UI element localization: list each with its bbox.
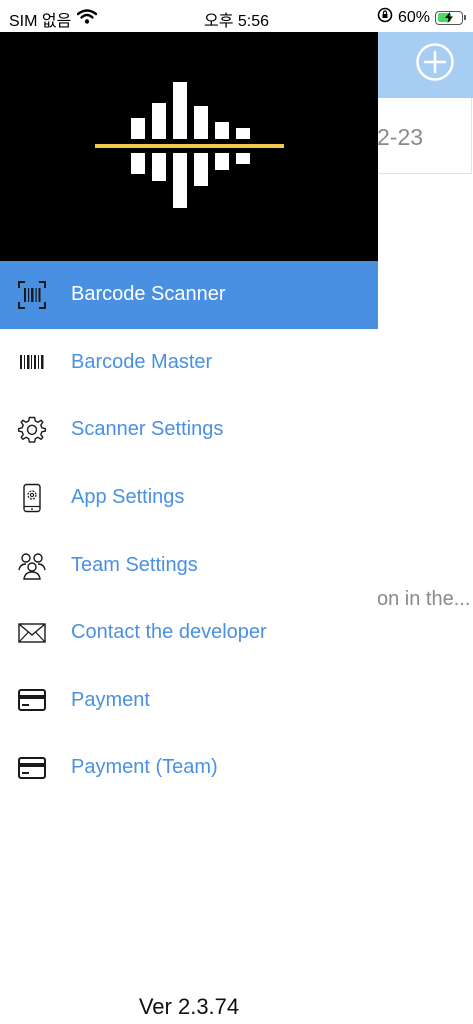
menu-label: Team Settings — [71, 553, 198, 576]
menu-item-payment[interactable]: Payment — [0, 667, 378, 735]
menu-item-barcode-master[interactable]: Barcode Master — [0, 329, 378, 397]
envelope-icon — [17, 618, 47, 648]
team-icon — [17, 550, 47, 580]
menu-item-scanner-settings[interactable]: Scanner Settings — [0, 396, 378, 464]
plus-circle-icon — [416, 43, 454, 81]
menu-label: Scanner Settings — [71, 418, 224, 441]
gear-icon — [17, 415, 47, 445]
status-right: 60% — [377, 7, 466, 28]
add-button[interactable] — [415, 42, 455, 82]
battery-icon — [435, 10, 466, 25]
menu-label: Barcode Master — [71, 350, 213, 373]
app-logo-icon — [95, 82, 284, 208]
menu-label: Payment (Team) — [71, 756, 218, 779]
orientation-lock-icon — [377, 7, 393, 28]
menu-item-payment-team[interactable]: Payment (Team) — [0, 734, 378, 802]
list-item-date: 2-23 — [377, 124, 424, 150]
barcode-scan-icon — [17, 280, 47, 310]
navigation-drawer: Barcode Scanner Barcode Master Scanner S… — [0, 32, 378, 1024]
phone-settings-icon — [17, 483, 47, 513]
app-version: Ver 2.3.74 — [138, 994, 240, 1019]
menu-item-barcode-scanner[interactable]: Barcode Scanner — [0, 261, 378, 329]
menu-label: App Settings — [71, 486, 185, 509]
menu-label: Contact the developer — [71, 621, 267, 644]
battery-percent: 60% — [397, 8, 430, 26]
menu-label: Barcode Scanner — [71, 283, 226, 306]
drawer-banner — [0, 32, 378, 261]
drawer-menu: Barcode Scanner Barcode Master Scanner S… — [0, 261, 378, 802]
credit-card-icon — [17, 685, 47, 715]
empty-state-hint: on in the... — [377, 588, 471, 610]
status-bar: SIM 없음 오후 5:56 60% — [0, 0, 473, 32]
menu-label: Payment — [71, 688, 150, 711]
credit-card-icon — [17, 753, 47, 783]
menu-item-contact-developer[interactable]: Contact the developer — [0, 599, 378, 667]
menu-item-app-settings[interactable]: App Settings — [0, 464, 378, 532]
menu-item-team-settings[interactable]: Team Settings — [0, 531, 378, 599]
barcode-icon — [17, 347, 47, 377]
charging-bolt-icon — [445, 11, 453, 23]
